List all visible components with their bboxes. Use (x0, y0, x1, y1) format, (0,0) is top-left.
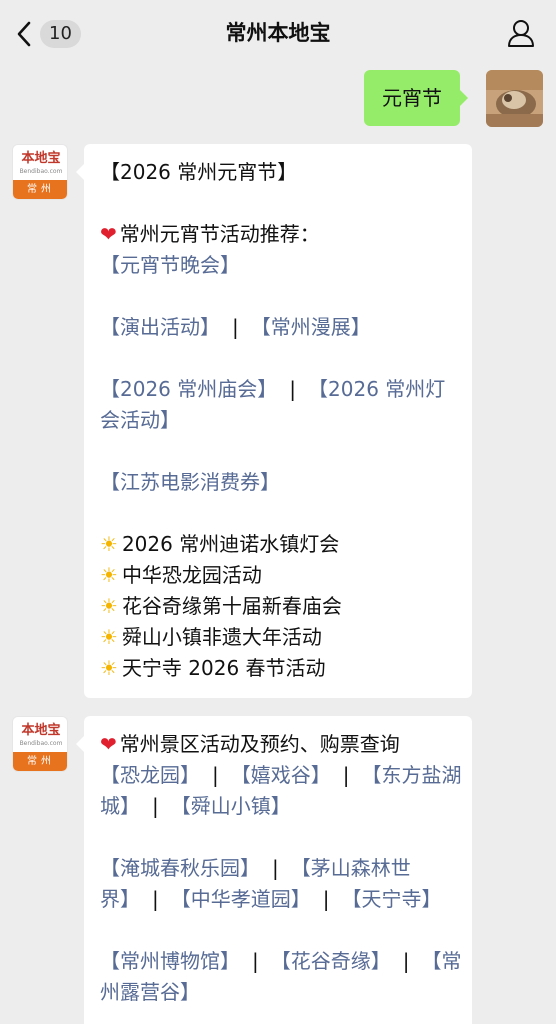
user-avatar-image (486, 70, 543, 127)
separator: | (272, 856, 279, 880)
sender-avatar[interactable]: 本地宝 Bendibao.com 常州 (12, 716, 68, 772)
logo-name: 本地宝 (21, 151, 61, 166)
link-lantern-gala[interactable]: 【元宵节晚会】 (100, 253, 240, 277)
separator: | (342, 763, 350, 787)
link-temple-fair[interactable]: 【2026 常州庙会】 (100, 377, 277, 401)
list-item-text: 天宁寺 2026 春节活动 (121, 656, 326, 680)
list-item-text: 花谷奇缘第十届新春庙会 (121, 594, 342, 618)
separator: | (232, 315, 239, 339)
logo-name: 本地宝 (21, 723, 61, 738)
link-maoshan-forest[interactable]: 【茅山森林世 (291, 856, 411, 880)
logo-url: Bendibao.com (19, 740, 63, 747)
list-item: ☀ 舜山小镇非遗大年活动 (100, 622, 456, 653)
sun-icon: ☀ (100, 625, 118, 649)
link-dinosaur-park[interactable]: 【恐龙园】 (100, 763, 200, 787)
separator: | (212, 763, 219, 787)
sun-icon: ☀ (100, 594, 118, 618)
list-item-text: 2026 常州迪诺水镇灯会 (121, 532, 340, 556)
user-avatar[interactable] (486, 70, 543, 127)
list-item-text: 舜山小镇非遗大年活动 (121, 625, 322, 649)
recommend-title: ❤ 常州元宵节活动推荐： (100, 219, 456, 250)
logo: 本地宝 Bendibao.com (13, 717, 67, 754)
nav-bar: 10 常州本地宝 (0, 0, 556, 66)
link-comic-expo[interactable]: 【常州漫展】 (251, 315, 371, 339)
heart-icon: ❤ (100, 732, 117, 756)
separator: | (322, 887, 330, 911)
user-icon (508, 20, 534, 47)
sun-icon: ☀ (100, 656, 118, 680)
separator: | (402, 949, 410, 973)
link-salt-lake-city[interactable]: 【东方盐湖 (362, 763, 462, 787)
list-item: ☀ 花谷奇缘第十届新春庙会 (100, 591, 456, 622)
link-maoshan-forest-cont[interactable]: 界】 (100, 887, 140, 911)
list-item: ☀ 2026 常州迪诺水镇灯会 (100, 529, 456, 560)
link-movie-coupon[interactable]: 【江苏电影消费券】 (100, 470, 280, 494)
received-message-bubble[interactable]: ❤ 常州景区活动及预约、购票查询 【恐龙园】 | 【嬉戏谷】 | 【东方盐湖 城】 | 【舜山… (76, 716, 472, 1024)
chat-title: 常州本地宝 (225, 21, 331, 45)
link-camping-valley[interactable]: 【常 (422, 949, 462, 973)
message-heading: 【2026 常州元宵节】 (100, 160, 298, 184)
list-item-text: 中华恐龙园活动 (121, 563, 262, 587)
separator: | (252, 949, 259, 973)
profile-button[interactable] (506, 18, 536, 48)
separator: | (152, 794, 159, 818)
link-camping-valley-cont[interactable]: 州露营谷】 (100, 980, 200, 1004)
sun-icon: ☀ (100, 532, 118, 556)
link-lantern-event-cont[interactable]: 会活动】 (100, 408, 180, 432)
separator: | (152, 887, 159, 911)
logo: 本地宝 Bendibao.com (13, 145, 67, 182)
link-shunshan-town[interactable]: 【舜山小镇】 (171, 794, 291, 818)
link-lantern-event[interactable]: 【2026 常州灯 (308, 377, 445, 401)
bubble-tail (76, 164, 84, 180)
recommend-title-text: 常州元宵节活动推荐： (119, 222, 320, 246)
link-tianning-temple[interactable]: 【天宁寺】 (342, 887, 442, 911)
list-item: ☀ 中华恐龙园活动 (100, 560, 456, 591)
logo-city: 常州 (13, 180, 67, 199)
link-xixi-valley[interactable]: 【嬉戏谷】 (231, 763, 331, 787)
sent-message-bubble[interactable]: 元宵节 (364, 70, 468, 126)
sender-avatar[interactable]: 本地宝 Bendibao.com 常州 (12, 144, 68, 200)
message-heading-text: 常州景区活动及预约、购票查询 (119, 732, 400, 756)
received-message-bubble[interactable]: 【2026 常州元宵节】 ❤ 常州元宵节活动推荐： 【元宵节晚会】 【演出活动】 |… (76, 144, 472, 698)
sent-message-text: 元宵节 (382, 86, 442, 110)
logo-city: 常州 (13, 752, 67, 771)
link-shows[interactable]: 【演出活动】 (100, 315, 220, 339)
link-museum[interactable]: 【常州博物馆】 (100, 949, 240, 973)
link-huagu[interactable]: 【花谷奇缘】 (271, 949, 391, 973)
link-filial-piety-park[interactable]: 【中华孝道园】 (171, 887, 311, 911)
separator: | (289, 377, 297, 401)
bubble-tail (460, 90, 468, 106)
heart-icon: ❤ (100, 222, 117, 246)
link-salt-lake-city-cont[interactable]: 城】 (100, 794, 140, 818)
sun-icon: ☀ (100, 563, 118, 587)
message-heading: ❤ 常州景区活动及预约、购票查询 (100, 729, 456, 760)
link-yancheng-park[interactable]: 【淹城春秋乐园】 (100, 856, 260, 880)
bubble-tail (76, 736, 84, 752)
list-item: ☀ 天宁寺 2026 春节活动 (100, 653, 456, 684)
logo-url: Bendibao.com (19, 168, 63, 175)
